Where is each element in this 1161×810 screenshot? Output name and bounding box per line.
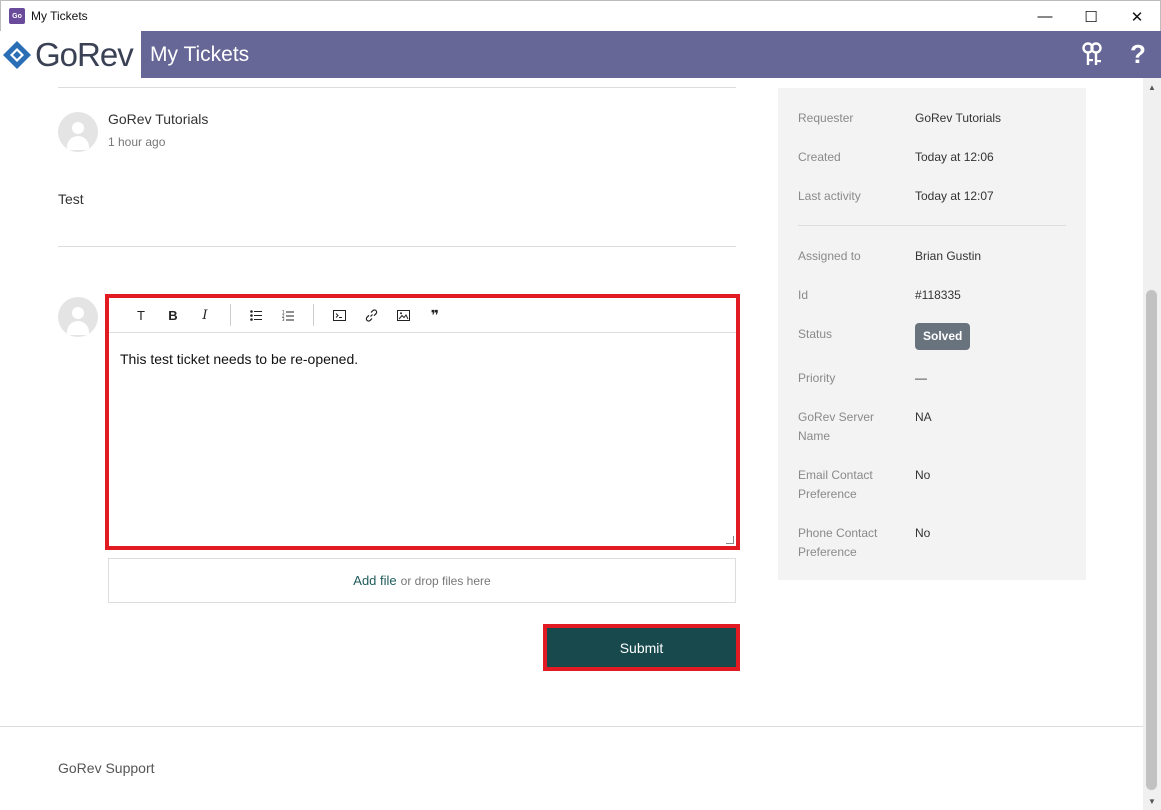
bold-button[interactable]: B (157, 301, 189, 329)
status-badge: Solved (915, 323, 971, 350)
detail-label-status: Status (798, 327, 833, 341)
detail-label-phone-pref: Phone Contact Preference (798, 526, 878, 559)
detail-value-priority: — (915, 371, 927, 385)
scroll-up-icon[interactable]: ▲ (1143, 78, 1161, 96)
file-dropzone[interactable]: Add file or drop files here (108, 558, 736, 603)
toolbar-separator (230, 304, 231, 326)
reply-editor[interactable]: T B I 123 ❞ This test ticket needs to be… (105, 294, 740, 550)
comment-time: 1 hour ago (108, 135, 166, 149)
image-icon[interactable] (387, 301, 419, 329)
add-file-link[interactable]: Add file (353, 573, 396, 588)
window-titlebar: Go My Tickets — ☐ ✕ (0, 0, 1161, 31)
help-icon[interactable]: ? (1115, 31, 1161, 78)
detail-label-email-pref: Email Contact Preference (798, 468, 873, 501)
italic-button[interactable]: I (189, 301, 221, 329)
scroll-thumb[interactable] (1146, 290, 1157, 790)
gorev-logo[interactable]: GoRev (0, 31, 141, 78)
detail-value-assigned: Brian Gustin (915, 249, 982, 263)
comment-body: Test (58, 191, 84, 207)
scroll-down-icon[interactable]: ▼ (1143, 792, 1161, 810)
app-icon: Go (9, 8, 25, 24)
bullet-list-icon[interactable] (240, 301, 272, 329)
detail-label-last-activity: Last activity (798, 189, 861, 203)
footer-link[interactable]: GoRev Support (58, 760, 155, 776)
detail-label-priority: Priority (798, 371, 836, 385)
resize-handle[interactable] (726, 536, 734, 544)
detail-label-assigned: Assigned to (798, 249, 861, 263)
ticket-details-panel: Requester GoRev Tutorials Created Today … (778, 88, 1086, 580)
svg-text:3: 3 (282, 317, 285, 321)
detail-label-id: Id (798, 288, 809, 302)
detail-label-requester: Requester (798, 111, 854, 125)
minimize-button[interactable]: — (1022, 1, 1068, 32)
status-badge-wrap: Solved (915, 323, 971, 350)
submit-button[interactable]: Submit (547, 628, 736, 667)
comment-author: GoRev Tutorials (108, 111, 209, 127)
quote-icon[interactable]: ❞ (419, 301, 451, 329)
logo-diamond-icon (3, 40, 31, 69)
toolbar-separator (313, 304, 314, 326)
text-format-button[interactable]: T (125, 301, 157, 329)
header-actions: ? (1069, 31, 1161, 78)
footer-divider (0, 726, 1143, 727)
link-icon[interactable] (355, 301, 387, 329)
detail-value-last-activity: Today at 12:07 (915, 189, 994, 203)
drop-hint: or drop files here (400, 573, 491, 588)
page-title: My Tickets (150, 42, 250, 66)
avatar (58, 112, 98, 152)
logo-text: GoRev (35, 35, 134, 73)
detail-label-created: Created (798, 150, 841, 164)
detail-value-requester: GoRev Tutorials (915, 111, 1002, 125)
detail-value-phone-pref: No (915, 526, 931, 540)
reply-avatar (58, 297, 98, 337)
maximize-button[interactable]: ☐ (1068, 1, 1114, 32)
close-button[interactable]: ✕ (1114, 1, 1160, 32)
divider (58, 246, 736, 247)
app-header: GoRev My Tickets ? (0, 31, 1161, 78)
detail-value-id: #118335 (915, 288, 961, 302)
numbered-list-icon[interactable]: 123 (272, 301, 304, 329)
detail-value-server-name: NA (915, 410, 932, 424)
vertical-scrollbar[interactable]: ▲ ▼ (1143, 78, 1161, 810)
submit-highlight: Submit (543, 624, 740, 671)
divider (58, 87, 736, 88)
editor-toolbar: T B I 123 ❞ (109, 298, 736, 333)
panel-divider (798, 225, 1066, 226)
detail-value-email-pref: No (915, 468, 931, 482)
reply-textarea[interactable]: This test ticket needs to be re-opened. (109, 333, 736, 385)
detail-value-created: Today at 12:06 (915, 150, 994, 164)
window-controls: — ☐ ✕ (1022, 1, 1160, 32)
window-title: My Tickets (31, 9, 88, 23)
code-icon[interactable] (323, 301, 355, 329)
detail-label-server-name: GoRev Server Name (798, 410, 875, 443)
keys-icon[interactable] (1069, 31, 1115, 78)
